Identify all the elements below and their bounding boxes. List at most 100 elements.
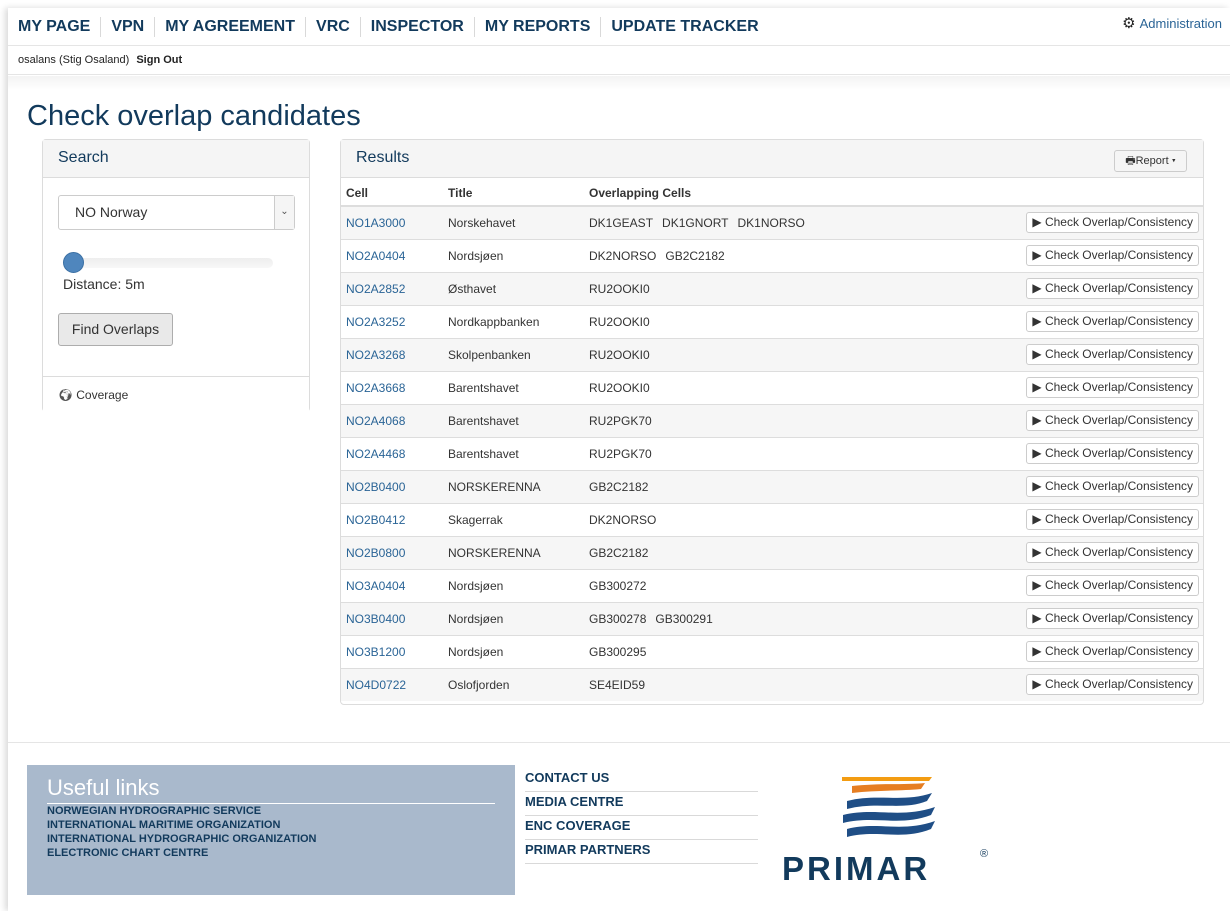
check-overlap-button[interactable]: ▶ Check Overlap/Consistency	[1026, 674, 1199, 696]
overlapping-cell: RU2OOKI0	[589, 281, 650, 296]
cell-title: Nordsjøen	[443, 238, 584, 272]
cell-link[interactable]: NO3A0404	[341, 568, 443, 602]
nav-item-my-reports[interactable]: MY REPORTS	[473, 16, 601, 37]
check-overlap-button[interactable]: ▶ Check Overlap/Consistency	[1026, 509, 1199, 530]
nav-item-inspector[interactable]: INSPECTOR	[359, 16, 474, 37]
distance-slider-track[interactable]	[65, 258, 273, 268]
sign-out-link[interactable]: Sign Out	[136, 54, 182, 66]
cell-title: Nordsjøen	[443, 601, 584, 635]
cell-link[interactable]: NO4D0722	[341, 667, 443, 701]
cell-link[interactable]: NO2A3668	[341, 370, 443, 404]
action-cell: ▶ Check Overlap/Consistency	[1013, 436, 1203, 470]
results-panel: Results 🖶︎Report ▾ Cell Title Overlappin…	[340, 139, 1204, 705]
user-name: osalans (Stig Osaland)	[18, 54, 130, 66]
useful-link-ecc[interactable]: ELECTRONIC CHART CENTRE	[47, 846, 495, 860]
check-overlap-label: Check Overlap/Consistency	[1044, 446, 1193, 460]
cell-link[interactable]: NO2B0412	[341, 502, 443, 536]
overlapping-cell: GB2C2182	[665, 248, 725, 263]
overlapping-cells: GB300272	[584, 568, 1013, 602]
overlapping-cells: SE4EID59	[584, 667, 1013, 701]
overlapping-cell: GB300272	[589, 578, 647, 593]
check-overlap-button[interactable]: ▶ Check Overlap/Consistency	[1026, 641, 1199, 662]
col-header-cell: Cell	[341, 181, 443, 207]
overlapping-cells: DK2NORSO	[584, 502, 1013, 536]
useful-link-nhs[interactable]: NORWEGIAN HYDROGRAPHIC SERVICE	[47, 804, 495, 818]
cell-link[interactable]: NO2B0400	[341, 469, 443, 503]
coverage-label: Coverage	[76, 388, 129, 402]
overlapping-cell: RU2PGK70	[589, 446, 652, 461]
overlapping-cells: RU2OOKI0	[584, 370, 1013, 404]
check-overlap-button[interactable]: ▶ Check Overlap/Consistency	[1026, 542, 1199, 563]
play-icon: ▶	[1032, 677, 1045, 692]
cell-title: Skagerrak	[443, 502, 584, 536]
overlapping-cells: RU2OOKI0	[584, 304, 1013, 338]
action-cell: ▶ Check Overlap/Consistency	[1013, 205, 1203, 239]
overlapping-cells: GB2C2182	[584, 535, 1013, 569]
overlapping-cell: RU2PGK70	[589, 413, 652, 428]
administration-label: Administration	[1139, 16, 1222, 31]
check-overlap-button[interactable]: ▶ Check Overlap/Consistency	[1026, 377, 1199, 398]
footer-link-partners[interactable]: PRIMAR PARTNERS	[525, 840, 758, 864]
check-overlap-button[interactable]: ▶ Check Overlap/Consistency	[1026, 476, 1199, 497]
useful-link-iho[interactable]: INTERNATIONAL HYDROGRAPHIC ORGANIZATION	[47, 832, 495, 846]
check-overlap-label: Check Overlap/Consistency	[1044, 347, 1193, 361]
footer-divider	[8, 742, 1230, 743]
check-overlap-label: Check Overlap/Consistency	[1044, 314, 1193, 328]
primar-logo-text: PRIMAR	[782, 850, 931, 887]
footer-link-contact[interactable]: CONTACT US	[525, 768, 758, 792]
action-cell: ▶ Check Overlap/Consistency	[1013, 304, 1203, 338]
table-row: NO3B1200 Nordsjøen GB300295 ▶ Check Overlap…	[341, 634, 1203, 668]
col-header-action	[1013, 181, 1203, 207]
play-icon: ▶	[1032, 611, 1045, 625]
coverage-link[interactable]: 🌍︎ Coverage	[43, 376, 309, 412]
footer-link-enc-coverage[interactable]: ENC COVERAGE	[525, 816, 758, 840]
cell-link[interactable]: NO2A3268	[341, 337, 443, 371]
cell-link[interactable]: NO3B1200	[341, 634, 443, 668]
find-overlaps-button[interactable]: Find Overlaps	[58, 313, 173, 346]
check-overlap-button[interactable]: ▶ Check Overlap/Consistency	[1026, 575, 1199, 596]
overlapping-cells: GB300278 GB300291	[584, 601, 1013, 635]
action-cell: ▶ Check Overlap/Consistency	[1013, 601, 1203, 635]
check-overlap-button[interactable]: ▶ Check Overlap/Consistency	[1026, 212, 1199, 234]
overlapping-cell: GB2C2182	[589, 545, 649, 560]
check-overlap-button[interactable]: ▶ Check Overlap/Consistency	[1026, 311, 1199, 332]
distance-slider-handle[interactable]	[63, 252, 84, 273]
action-cell: ▶ Check Overlap/Consistency	[1013, 238, 1203, 272]
cell-link[interactable]: NO1A3000	[341, 205, 443, 239]
footer-link-media[interactable]: MEDIA CENTRE	[525, 792, 758, 816]
cell-link[interactable]: NO3B0400	[341, 601, 443, 635]
cell-link[interactable]: NO2A2852	[341, 271, 443, 305]
nav-item-update-tracker[interactable]: UPDATE TRACKER	[600, 16, 768, 37]
table-row: NO2B0412 Skagerrak DK2NORSO ▶ Check Overlap…	[341, 502, 1203, 536]
overlapping-cell: GB300291	[655, 611, 713, 626]
cell-link[interactable]: NO2A3252	[341, 304, 443, 338]
check-overlap-button[interactable]: ▶ Check Overlap/Consistency	[1026, 443, 1199, 464]
overlapping-cell: RU2OOKI0	[589, 347, 650, 362]
check-overlap-button[interactable]: ▶ Check Overlap/Consistency	[1026, 410, 1199, 431]
nav-item-my-page[interactable]: MY PAGE	[8, 17, 100, 37]
chevron-down-icon: ⌄	[274, 196, 294, 229]
cell-link[interactable]: NO2B0800	[341, 535, 443, 569]
cell-link[interactable]: NO2A4068	[341, 403, 443, 437]
table-row: NO2A3268 Skolpenbanken RU2OOKI0 ▶ Check Ove…	[341, 337, 1203, 371]
check-overlap-button[interactable]: ▶ Check Overlap/Consistency	[1026, 608, 1199, 629]
overlapping-cells: RU2OOKI0	[584, 337, 1013, 371]
country-select[interactable]: NO Norway ⌄	[58, 195, 295, 230]
check-overlap-button[interactable]: ▶ Check Overlap/Consistency	[1026, 245, 1199, 266]
header-band	[8, 76, 1230, 90]
overlapping-cells: GB300295	[584, 634, 1013, 668]
table-row: NO4D0722 Oslofjorden SE4EID59 ▶ Check Overl…	[341, 667, 1203, 701]
cell-link[interactable]: NO2A0404	[341, 238, 443, 272]
useful-link-imo[interactable]: INTERNATIONAL MARITIME ORGANIZATION	[47, 818, 495, 832]
check-overlap-label: Check Overlap/Consistency	[1044, 248, 1193, 262]
cell-link[interactable]: NO2A4468	[341, 436, 443, 470]
nav-item-my-agreement[interactable]: MY AGREEMENT	[154, 16, 305, 37]
administration-link[interactable]: ⚙ Administration	[1122, 16, 1222, 31]
check-overlap-button[interactable]: ▶ Check Overlap/Consistency	[1026, 344, 1199, 365]
nav-item-vpn[interactable]: VPN	[100, 16, 154, 37]
check-overlap-button[interactable]: ▶ Check Overlap/Consistency	[1026, 278, 1199, 299]
overlapping-cells: DK2NORSO GB2C2182	[584, 238, 1013, 272]
nav-item-vrc[interactable]: VRC	[305, 16, 360, 37]
report-button[interactable]: 🖶︎Report ▾	[1114, 150, 1187, 172]
check-overlap-label: Check Overlap/Consistency	[1044, 380, 1193, 394]
